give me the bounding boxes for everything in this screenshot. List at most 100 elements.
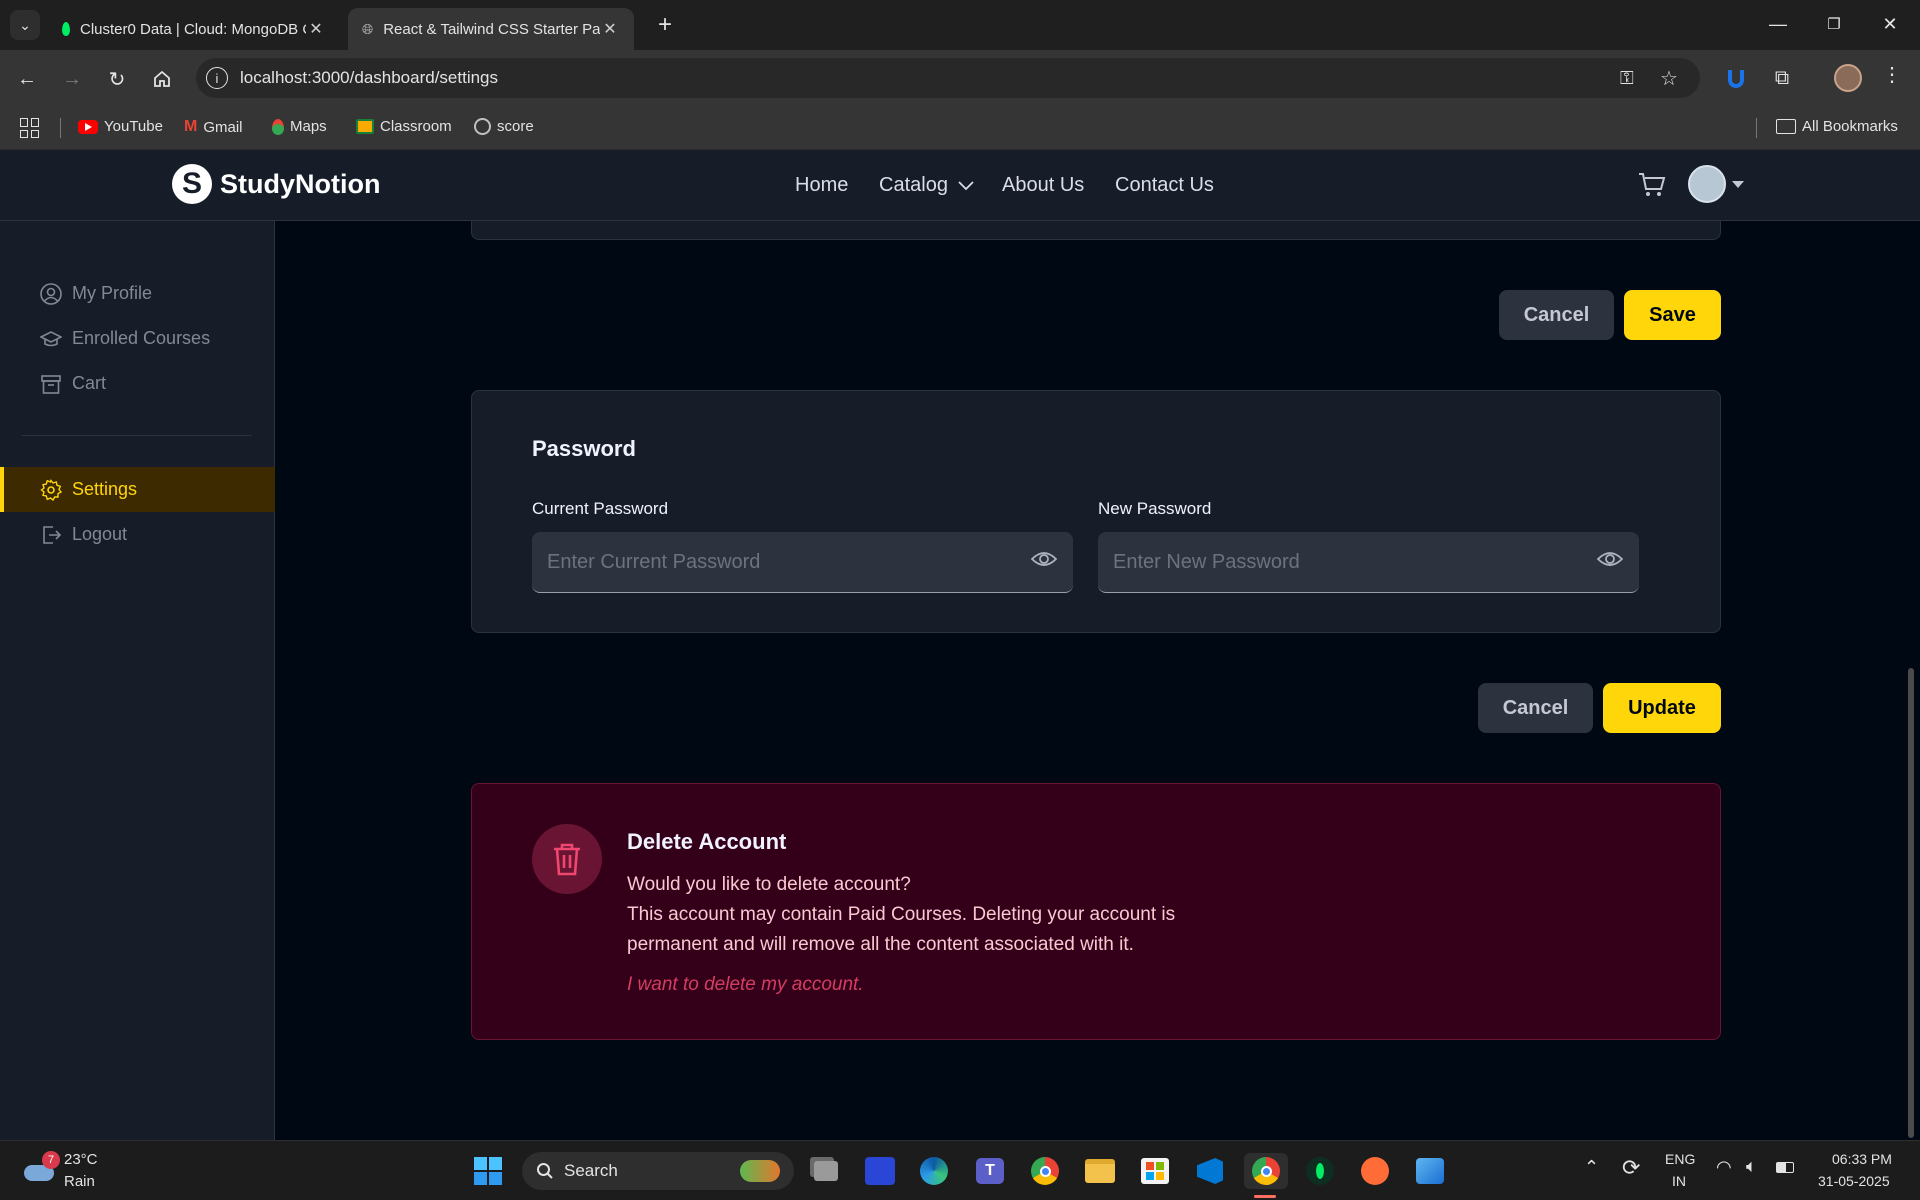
close-icon: ✕	[1882, 13, 1898, 34]
postman-icon[interactable]	[1357, 1153, 1393, 1189]
chevron-down-icon: ⌄	[19, 16, 31, 33]
cart-icon[interactable]	[1638, 172, 1666, 203]
sidebar-item-enrolled-courses[interactable]: Enrolled Courses	[0, 316, 275, 361]
new-password-input[interactable]	[1098, 532, 1639, 592]
close-icon[interactable]: ✕	[600, 19, 620, 39]
forward-button[interactable]: →	[55, 62, 89, 96]
new-tab-button[interactable]: +	[650, 10, 680, 40]
language-line1[interactable]: ENG	[1665, 1151, 1695, 1167]
sidebar-item-label: Logout	[72, 524, 128, 544]
app-navbar: S StudyNotion Home Catalog About Us Cont…	[0, 150, 1920, 221]
clock-time[interactable]: 06:33 PM	[1832, 1151, 1892, 1167]
mongodb-compass-icon[interactable]	[1302, 1153, 1338, 1189]
bookmarks-bar: YouTube M Gmail Maps Classroom score All…	[0, 106, 1920, 150]
language-line2[interactable]: IN	[1672, 1173, 1686, 1189]
nav-catalog[interactable]: Catalog	[879, 174, 974, 197]
site-info-icon[interactable]: i	[206, 67, 228, 89]
home-button[interactable]	[145, 62, 179, 96]
bookmark-youtube[interactable]: YouTube	[78, 118, 163, 135]
reload-button[interactable]: ↻	[100, 62, 134, 96]
sidebar-item-logout[interactable]: Logout	[0, 512, 275, 557]
extensions-puzzle-icon[interactable]: ⧉	[1768, 64, 1796, 92]
sync-icon[interactable]: ⟳	[1622, 1155, 1640, 1181]
bookmark-label: YouTube	[104, 118, 163, 135]
page-scrollbar[interactable]	[1908, 668, 1914, 1138]
sidebar-item-label: Settings	[72, 479, 138, 499]
profile-save-button[interactable]: Save	[1624, 290, 1721, 340]
close-icon[interactable]: ✕	[306, 19, 326, 39]
delete-account-link[interactable]: I want to delete my account.	[627, 974, 864, 996]
archive-icon	[41, 374, 61, 394]
user-avatar[interactable]	[1688, 165, 1726, 203]
studynotion-logo[interactable]: S StudyNotion	[172, 164, 380, 204]
edge-icon[interactable]	[916, 1153, 952, 1189]
restore-button[interactable]: ❐	[1806, 0, 1862, 48]
taskbar-search[interactable]: Search	[522, 1152, 794, 1190]
all-bookmarks[interactable]: All Bookmarks	[1776, 118, 1898, 135]
key-icon[interactable]: ⚿	[1620, 68, 1634, 89]
chrome-icon[interactable]	[1027, 1153, 1063, 1189]
bookmark-classroom[interactable]: Classroom	[356, 118, 452, 135]
clock-date[interactable]: 31-05-2025	[1818, 1173, 1890, 1189]
minimize-button[interactable]: —	[1750, 0, 1806, 48]
vscode-icon[interactable]	[1192, 1153, 1228, 1189]
address-bar[interactable]: i localhost:3000/dashboard/settings ⚿ ☆	[196, 58, 1700, 98]
bookmark-maps[interactable]: Maps	[272, 118, 327, 135]
menu-dots-icon[interactable]: ⋮	[1880, 62, 1904, 92]
tab-search-button[interactable]: ⌄	[10, 10, 40, 40]
eye-icon[interactable]	[1031, 548, 1057, 570]
bookmark-gmail[interactable]: M Gmail	[184, 118, 243, 136]
globe-icon: 🌐︎	[362, 20, 374, 37]
profile-avatar[interactable]	[1834, 64, 1862, 92]
password-heading: Password	[532, 436, 636, 461]
battery-icon[interactable]	[1776, 1162, 1794, 1173]
nav-contact-us[interactable]: Contact Us	[1115, 174, 1214, 197]
sidebar-item-my-profile[interactable]: My Profile	[0, 271, 275, 316]
caret-down-icon[interactable]	[1732, 181, 1744, 188]
globe-icon	[474, 118, 491, 135]
file-explorer-icon[interactable]	[1082, 1153, 1118, 1189]
wifi-icon[interactable]: ◠	[1716, 1157, 1732, 1178]
tab-react-tailwind[interactable]: 🌐︎ React & Tailwind CSS Starter Pack ✕	[348, 8, 634, 50]
star-icon[interactable]: ☆	[1660, 66, 1678, 91]
password-cancel-button[interactable]: Cancel	[1478, 683, 1593, 733]
all-bookmarks-label: All Bookmarks	[1802, 118, 1898, 135]
weather-cloud-icon[interactable]: 7	[22, 1151, 60, 1185]
bookmark-label: Gmail	[203, 118, 243, 136]
password-update-button[interactable]: Update	[1603, 683, 1721, 733]
back-button[interactable]: ←	[10, 62, 44, 96]
browser-tab-bar: ⌄ Cluster0 Data | Cloud: MongoDB Cloud ✕…	[0, 0, 1920, 50]
tab-mongodb[interactable]: Cluster0 Data | Cloud: MongoDB Cloud ✕	[48, 8, 340, 50]
windows-start-icon[interactable]	[470, 1153, 506, 1189]
photos-icon[interactable]	[1412, 1153, 1448, 1189]
store-icon[interactable]	[1137, 1153, 1173, 1189]
bookmark-score[interactable]: score	[474, 118, 534, 135]
current-password-input[interactable]	[532, 532, 1073, 592]
extension-icon[interactable]	[1722, 64, 1750, 92]
nav-home[interactable]: Home	[795, 174, 848, 197]
close-window-button[interactable]: ✕	[1862, 0, 1918, 48]
gear-icon	[40, 478, 62, 501]
trash-icon	[532, 824, 602, 894]
sidebar-item-settings[interactable]: Settings	[0, 467, 275, 512]
chrome-active-icon[interactable]	[1244, 1153, 1288, 1189]
bookmark-label: score	[497, 118, 534, 135]
profile-cancel-button[interactable]: Cancel	[1499, 290, 1614, 340]
logo-mark: S	[172, 164, 212, 204]
nav-about-us[interactable]: About Us	[1002, 174, 1084, 197]
chevron-up-icon[interactable]: ⌃	[1584, 1157, 1599, 1178]
eye-icon[interactable]	[1597, 548, 1623, 570]
bookmark-label: Classroom	[380, 118, 452, 135]
home-icon	[154, 70, 170, 87]
teams-icon[interactable]: T	[972, 1153, 1008, 1189]
delete-account-warning-2: permanent and will remove all the conten…	[627, 934, 1134, 955]
sidebar-item-cart[interactable]: Cart	[0, 361, 275, 406]
task-view-icon[interactable]	[808, 1153, 844, 1189]
apps-grid-icon[interactable]	[20, 118, 40, 138]
arrow-left-icon: ←	[17, 67, 37, 90]
plus-icon: +	[657, 11, 672, 38]
volume-icon[interactable]: 🔈︎	[1746, 1156, 1757, 1177]
new-password-field	[1098, 532, 1639, 593]
tab-title: Cluster0 Data | Cloud: MongoDB Cloud	[80, 20, 306, 38]
app-blue-icon[interactable]	[862, 1153, 898, 1189]
